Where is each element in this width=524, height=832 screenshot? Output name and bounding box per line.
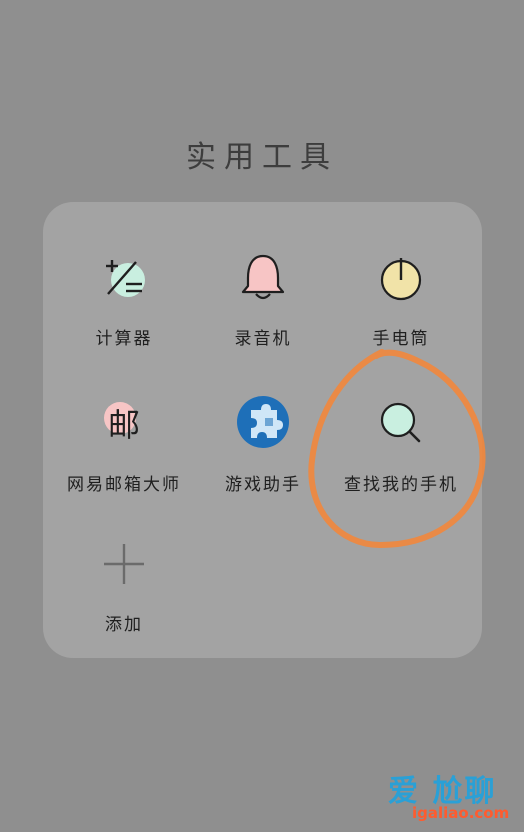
app-flashlight[interactable]: 手电筒 — [328, 250, 474, 370]
app-label: 查找我的手机 — [344, 475, 458, 495]
app-game-assistant[interactable]: 游戏助手 — [190, 396, 336, 516]
watermark-url: igaliao.com — [412, 804, 510, 822]
magnifier-icon — [380, 402, 421, 443]
mail-glyph-icon: 邮 — [104, 402, 140, 444]
app-add[interactable]: 添加 — [51, 536, 197, 656]
app-label: 手电筒 — [372, 329, 430, 349]
bell-recorder-icon — [241, 254, 285, 300]
app-label: 添加 — [105, 615, 143, 635]
screen: 实用工具 计算器 录音机 手电筒 邮 网易邮箱大师 游戏助手 查找我的手机 添加… — [0, 0, 524, 832]
app-folder-panel: 计算器 录音机 手电筒 邮 网易邮箱大师 游戏助手 查找我的手机 添加 — [43, 202, 482, 658]
app-label: 游戏助手 — [225, 475, 301, 495]
svg-text:邮: 邮 — [108, 406, 140, 444]
app-label: 网易邮箱大师 — [67, 475, 181, 495]
folder-title: 实用工具 — [186, 140, 338, 175]
app-label: 计算器 — [95, 329, 153, 349]
puzzle-game-icon — [237, 396, 289, 448]
plus-icon — [104, 544, 144, 584]
watermark-logo: 爱 尬聊 igaliao.com — [372, 760, 522, 830]
app-label: 录音机 — [234, 329, 292, 349]
calculator-icon — [106, 260, 145, 297]
app-find-my-phone[interactable]: 查找我的手机 — [328, 396, 474, 516]
app-netease-mail[interactable]: 邮 网易邮箱大师 — [51, 396, 197, 516]
power-flashlight-icon — [380, 258, 422, 301]
app-recorder[interactable]: 录音机 — [190, 250, 336, 370]
app-calculator[interactable]: 计算器 — [51, 250, 197, 370]
